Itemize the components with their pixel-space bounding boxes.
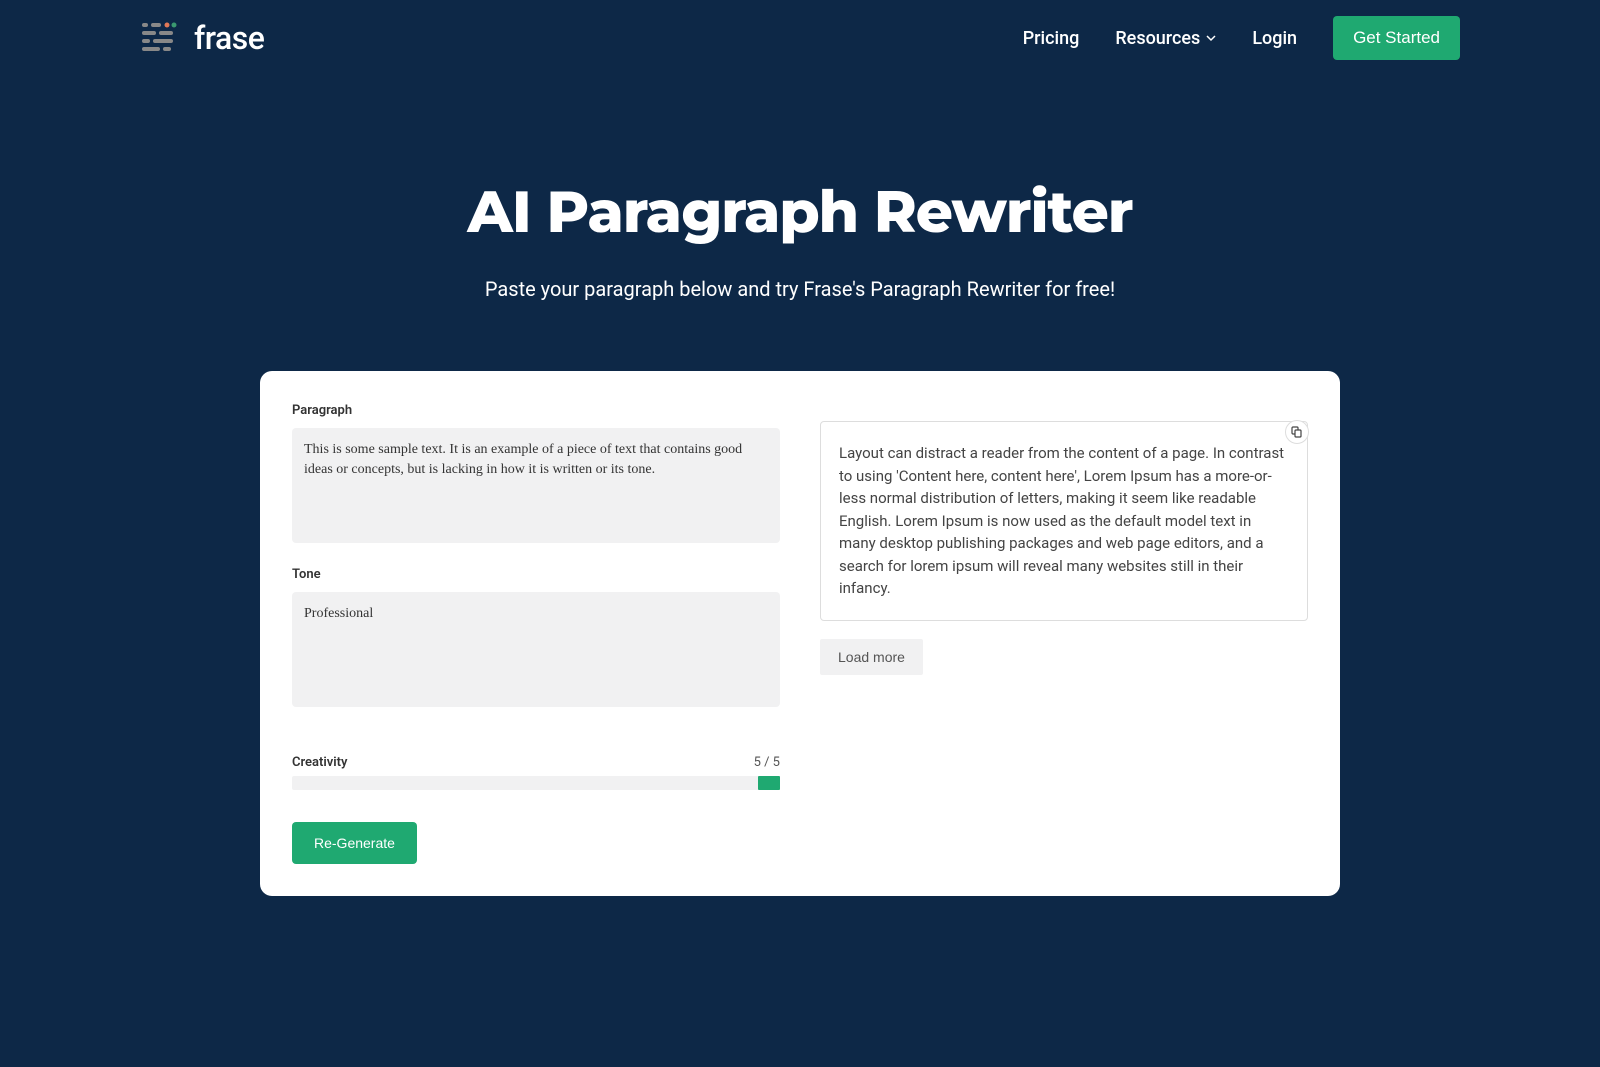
- output-column: Layout can distract a reader from the co…: [820, 403, 1308, 864]
- chevron-down-icon: [1206, 33, 1216, 43]
- nav: Pricing Resources Login Get Started: [1023, 16, 1460, 60]
- paragraph-label: Paragraph: [292, 403, 780, 418]
- paragraph-input[interactable]: [292, 428, 780, 543]
- slider-thumb[interactable]: [758, 776, 780, 790]
- tone-input[interactable]: [292, 592, 780, 707]
- creativity-row: Creativity 5 / 5: [292, 755, 780, 770]
- output-box: Layout can distract a reader from the co…: [820, 421, 1308, 621]
- tool-card: Paragraph Tone Creativity 5 / 5 Re-Gener…: [260, 371, 1340, 896]
- input-column: Paragraph Tone Creativity 5 / 5 Re-Gener…: [292, 403, 780, 864]
- tone-field-group: Tone: [292, 567, 780, 735]
- header: frase Pricing Resources Login Get Starte…: [0, 0, 1600, 76]
- regenerate-button[interactable]: Re-Generate: [292, 822, 417, 864]
- logo-icon: [140, 17, 182, 59]
- copy-button[interactable]: [1285, 420, 1309, 444]
- page-title: AI Paragraph Rewriter: [20, 176, 1580, 247]
- hero: AI Paragraph Rewriter Paste your paragra…: [0, 76, 1600, 371]
- logo[interactable]: frase: [140, 17, 264, 59]
- page-subtitle: Paste your paragraph below and try Frase…: [20, 277, 1580, 301]
- tone-label: Tone: [292, 567, 780, 582]
- output-text: Layout can distract a reader from the co…: [839, 442, 1289, 600]
- creativity-label: Creativity: [292, 755, 348, 770]
- nav-pricing[interactable]: Pricing: [1023, 28, 1080, 49]
- nav-login[interactable]: Login: [1252, 28, 1297, 49]
- creativity-value: 5 / 5: [754, 755, 780, 770]
- nav-resources-label: Resources: [1115, 28, 1200, 49]
- get-started-button[interactable]: Get Started: [1333, 16, 1460, 60]
- creativity-slider[interactable]: [292, 776, 780, 790]
- load-more-button[interactable]: Load more: [820, 639, 923, 675]
- creativity-field-group: Creativity 5 / 5: [292, 755, 780, 790]
- paragraph-field-group: Paragraph: [292, 403, 780, 547]
- logo-text: frase: [194, 19, 264, 57]
- nav-resources[interactable]: Resources: [1115, 28, 1216, 49]
- copy-icon: [1291, 426, 1303, 438]
